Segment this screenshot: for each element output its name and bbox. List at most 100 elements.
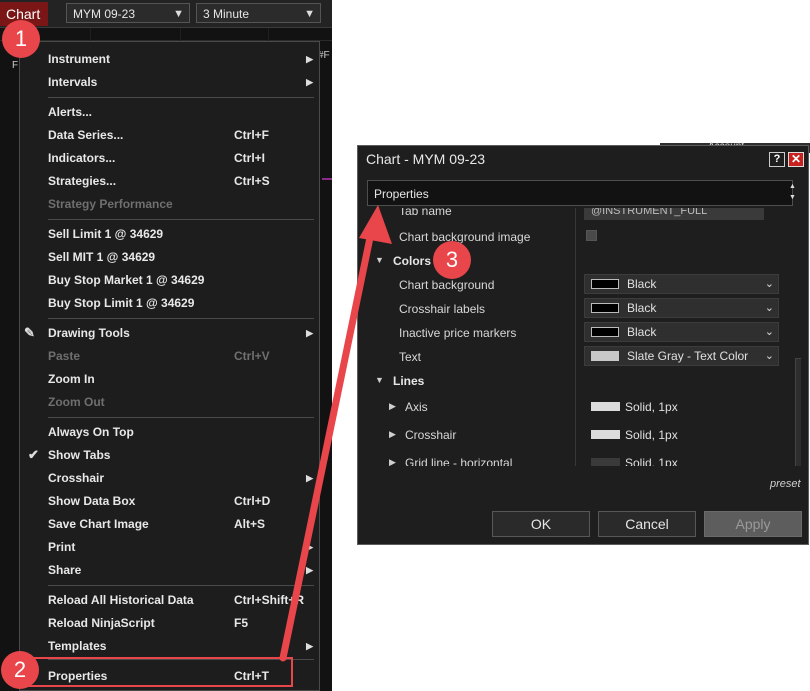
menu-item-crosshair[interactable]: Crosshair ▶ bbox=[20, 467, 319, 489]
menu-item-shortcut: Ctrl+S bbox=[234, 174, 270, 188]
submenu-arrow-icon: ▶ bbox=[306, 473, 313, 483]
interval-select-value: 3 Minute bbox=[203, 7, 250, 21]
line-swatch bbox=[591, 430, 620, 439]
menu-separator bbox=[48, 417, 314, 418]
properties-highlight-box bbox=[12, 657, 293, 687]
step-badge-1: 1 bbox=[2, 20, 40, 58]
menu-item-reload-ninjascript[interactable]: Reload NinjaScript F5 bbox=[20, 612, 319, 634]
menu-item-instrument[interactable]: Instrument ▶ bbox=[20, 48, 319, 70]
expand-arrow-icon[interactable]: ▶ bbox=[389, 401, 396, 412]
scroll-up-icon[interactable]: ▲ bbox=[789, 183, 796, 190]
pencil-icon: ✎ bbox=[24, 325, 35, 340]
chevron-down-icon: ▼ bbox=[304, 8, 315, 20]
axis-value[interactable]: Solid, 1px bbox=[625, 400, 678, 414]
text-color-dropdown[interactable]: Slate Gray - Text Color ⌄ bbox=[584, 346, 779, 366]
menu-item-always-on-top[interactable]: Always On Top bbox=[20, 421, 319, 443]
menu-item-label: Data Series... bbox=[48, 128, 124, 142]
menu-item-label: Strategies... bbox=[48, 174, 117, 188]
menu-item-data-series[interactable]: Data Series... Ctrl+F bbox=[20, 124, 319, 146]
submenu-arrow-icon: ▶ bbox=[306, 328, 313, 338]
menu-item-shortcut: Ctrl+I bbox=[234, 151, 266, 165]
chart-background-dropdown[interactable]: Black ⌄ bbox=[584, 274, 779, 294]
submenu-arrow-icon: ▶ bbox=[306, 542, 313, 552]
properties-scroll-buttons[interactable]: ▲ ▼ bbox=[787, 180, 801, 206]
menu-item-label: Drawing Tools bbox=[48, 326, 130, 340]
menu-item-templates[interactable]: Templates ▶ bbox=[20, 635, 319, 657]
menu-item-share[interactable]: Share ▶ bbox=[20, 559, 319, 581]
color-swatch bbox=[591, 327, 619, 337]
close-button[interactable]: ✕ bbox=[788, 152, 804, 167]
line-swatch bbox=[591, 458, 620, 466]
chart-background-label: Chart background bbox=[399, 278, 495, 292]
menu-item-buy-stop-market[interactable]: Buy Stop Market 1 @ 34629 bbox=[20, 269, 319, 291]
chart-bg-image-label: Chart background image bbox=[399, 230, 531, 244]
menu-separator bbox=[48, 318, 314, 319]
scroll-down-icon[interactable]: ▼ bbox=[789, 194, 796, 201]
menu-item-save-chart-image[interactable]: Save Chart Image Alt+S bbox=[20, 513, 319, 535]
help-button[interactable]: ? bbox=[769, 152, 785, 167]
line-swatch bbox=[591, 402, 620, 411]
colors-category[interactable]: Colors bbox=[393, 254, 431, 268]
menu-separator bbox=[48, 219, 314, 220]
preset-link[interactable]: preset bbox=[770, 478, 801, 490]
crosshair-value[interactable]: Solid, 1px bbox=[625, 428, 678, 442]
tab-name-label: Tab name bbox=[399, 208, 452, 218]
instrument-select[interactable]: MYM 09-23 ▼ bbox=[66, 3, 190, 23]
menu-item-shortcut: Ctrl+F bbox=[234, 128, 270, 142]
axis-label: Axis bbox=[405, 400, 428, 414]
chart-window: Chart MYM 09-23 ▼ 3 Minute ▼ F #F Instru… bbox=[0, 0, 332, 691]
color-swatch bbox=[591, 303, 619, 313]
interval-select[interactable]: 3 Minute ▼ bbox=[196, 3, 321, 23]
menu-item-zoom-in[interactable]: Zoom In bbox=[20, 368, 319, 390]
menu-item-label: Reload All Historical Data bbox=[48, 593, 194, 607]
menu-item-show-tabs[interactable]: ✔ Show Tabs bbox=[20, 444, 319, 466]
menu-item-intervals[interactable]: Intervals ▶ bbox=[20, 71, 319, 93]
menu-item-label: Reload NinjaScript bbox=[48, 616, 155, 630]
grid-scrollbar[interactable] bbox=[795, 358, 801, 466]
chevron-down-icon: ⌄ bbox=[764, 278, 774, 290]
menu-item-print[interactable]: Print ▶ bbox=[20, 536, 319, 558]
menu-item-label: Sell MIT 1 @ 34629 bbox=[48, 250, 156, 264]
property-grid: Tab name @INSTRUMENT_FULL Chart backgrou… bbox=[367, 208, 801, 466]
submenu-arrow-icon: ▶ bbox=[306, 565, 313, 575]
menu-item-show-data-box[interactable]: Show Data Box Ctrl+D bbox=[20, 490, 319, 512]
instrument-select-value: MYM 09-23 bbox=[73, 7, 136, 21]
dialog-title: Chart - MYM 09-23 bbox=[366, 151, 486, 167]
menu-item-indicators[interactable]: Indicators... Ctrl+I bbox=[20, 147, 319, 169]
menu-item-label: Show Data Box bbox=[48, 494, 136, 508]
chevron-down-icon: ⌄ bbox=[764, 302, 774, 314]
expand-arrow-icon[interactable]: ▶ bbox=[389, 457, 396, 466]
menu-separator bbox=[48, 97, 314, 98]
menu-item-label: Alerts... bbox=[48, 105, 93, 119]
collapse-arrow-icon[interactable]: ▼ bbox=[375, 375, 384, 385]
crosshair-label: Crosshair bbox=[405, 428, 457, 442]
menu-item-reload-historical[interactable]: Reload All Historical Data Ctrl+Shift+R bbox=[20, 589, 319, 611]
menu-item-buy-stop-limit[interactable]: Buy Stop Limit 1 @ 34629 bbox=[20, 292, 319, 314]
menu-item-shortcut: Ctrl+V bbox=[234, 349, 270, 363]
menu-item-shortcut: Alt+S bbox=[234, 517, 266, 531]
expand-arrow-icon[interactable]: ▶ bbox=[389, 429, 396, 440]
chevron-down-icon: ▼ bbox=[173, 8, 184, 20]
grid-horizontal-label: Grid line - horizontal bbox=[405, 456, 513, 466]
menu-item-shortcut: F5 bbox=[234, 616, 249, 630]
menu-item-strategies[interactable]: Strategies... Ctrl+S bbox=[20, 170, 319, 192]
step-badge-2: 2 bbox=[1, 651, 39, 689]
grid-horizontal-value[interactable]: Solid, 1px bbox=[625, 456, 678, 466]
ok-button[interactable]: OK bbox=[492, 511, 590, 537]
cancel-button[interactable]: Cancel bbox=[598, 511, 696, 537]
apply-button[interactable]: Apply bbox=[704, 511, 802, 537]
lines-category[interactable]: Lines bbox=[393, 374, 424, 388]
menu-item-label: Sell Limit 1 @ 34629 bbox=[48, 227, 164, 241]
crosshair-labels-dropdown[interactable]: Black ⌄ bbox=[584, 298, 779, 318]
menu-item-drawing-tools[interactable]: ✎ Drawing Tools ▶ bbox=[20, 322, 319, 344]
submenu-arrow-icon: ▶ bbox=[306, 77, 313, 87]
menu-item-sell-limit[interactable]: Sell Limit 1 @ 34629 bbox=[20, 223, 319, 245]
menu-item-label: Intervals bbox=[48, 75, 98, 89]
inactive-price-markers-dropdown[interactable]: Black ⌄ bbox=[584, 322, 779, 342]
menu-item-shortcut: Ctrl+D bbox=[234, 494, 271, 508]
collapse-arrow-icon[interactable]: ▼ bbox=[375, 255, 384, 265]
inactive-price-markers-label: Inactive price markers bbox=[399, 326, 517, 340]
menu-item-sell-mit[interactable]: Sell MIT 1 @ 34629 bbox=[20, 246, 319, 268]
chart-bg-image-checkbox[interactable] bbox=[586, 230, 597, 241]
menu-item-alerts[interactable]: Alerts... bbox=[20, 101, 319, 123]
